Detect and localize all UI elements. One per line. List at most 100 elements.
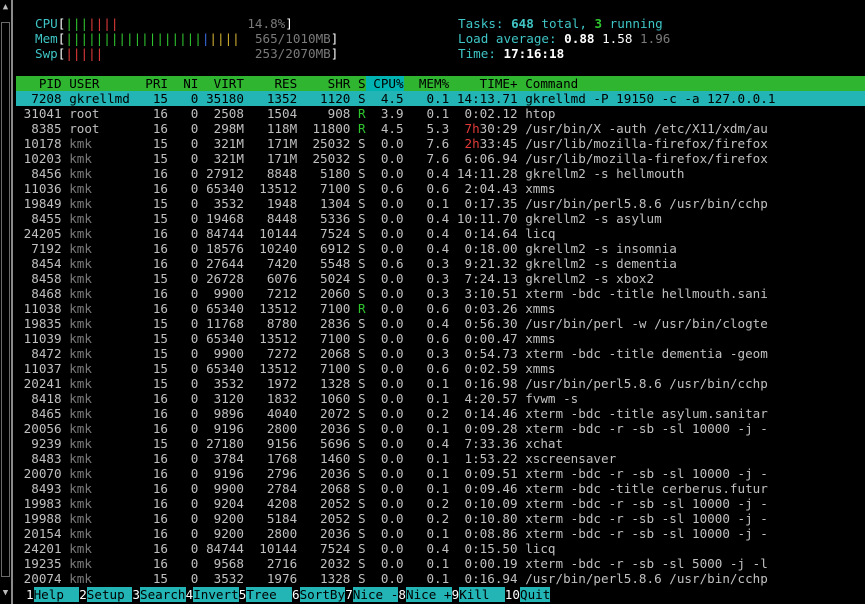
process-cmd: /usr/lib/mozilla-firefox/firefox xyxy=(525,151,768,166)
process-row[interactable]: 8465 kmk 16 0 9896 4040 2072 S 0.0 0.2 0:14.46 xter… xyxy=(16,406,865,421)
column-header-user[interactable]: USER xyxy=(69,76,137,91)
column-header-cpu[interactable]: CPU% xyxy=(365,76,404,91)
fkey-setup-button[interactable]: Setup xyxy=(86,587,133,602)
process-ni: 0 xyxy=(190,466,199,481)
fkey-tree-button[interactable]: Tree xyxy=(246,587,292,602)
process-res: 13512 xyxy=(259,181,298,196)
process-user: root xyxy=(69,121,100,136)
process-row[interactable]: 8472 kmk 15 0 9900 7272 2068 S 0.0 0.3 0:54.73 xter… xyxy=(16,346,865,361)
process-row[interactable]: 20070 kmk 16 0 9196 2796 2036 S 0.0 0.1 0:09.51 xte… xyxy=(16,466,865,481)
scrollbar-thumb[interactable] xyxy=(1,22,10,577)
process-virt: 9900 xyxy=(213,481,244,496)
process-row[interactable]: 8418 kmk 16 0 3120 1832 1060 S 0.0 0.1 4:20.57 fvwm… xyxy=(16,391,865,406)
process-row[interactable]: 19849 kmk 15 0 3532 1948 1304 S 0.0 0.1 0:17.35/us… xyxy=(16,196,865,211)
process-row[interactable]: 11037 kmk 15 0 65340 13512 7100 S 0.0 0.6 0:02.59 x… xyxy=(16,361,865,376)
process-row[interactable]: 8455 kmk 15 0 19468 8448 5336 S 0.0 0.4 10:11.70 gk… xyxy=(16,211,865,226)
process-row[interactable]: 8458 kmk 15 0 26728 6076 5024 S 0.0 0.3 7:24.13 gkr… xyxy=(16,271,865,286)
column-header-shr[interactable]: SHR xyxy=(305,76,351,91)
process-ni: 0 xyxy=(190,196,199,211)
process-pri: 15 xyxy=(152,436,168,451)
process-row[interactable]: 19835 kmk 15 0 11768 8780 2836 S 0.0 0.4 0:56.30/u… xyxy=(16,316,865,331)
process-row[interactable]: 31041 root 16 0 2508 1504 908 R 3.9 0.1 0:02.12 hto… xyxy=(16,106,865,121)
process-row[interactable]: 8385 root 16 0 298M 118M 11800 R 4.5 5.3 7h30:29/u… xyxy=(16,121,865,136)
process-cpu: 0.6 xyxy=(380,256,404,271)
process-mem: 0.1 xyxy=(426,91,450,106)
fkey-kill-button[interactable]: Kill xyxy=(459,587,505,602)
process-res: 4040 xyxy=(266,406,298,421)
column-header-command[interactable]: Command xyxy=(525,76,865,91)
process-shr: 5180 xyxy=(320,166,351,181)
process-row[interactable]: 24201 kmk 16 0 84744 10144 7524 S 0.0 0.4 0:15.50 l… xyxy=(16,541,865,556)
process-cpu: 0.0 xyxy=(380,451,404,466)
process-virt: 65340 xyxy=(206,361,244,376)
process-row[interactable]: 19988 kmk 16 0 9200 5184 2052 S 0.0 0.2 0:10.80 xte… xyxy=(16,511,865,526)
process-row[interactable]: 8483 kmk 16 0 3784 1768 1460 S 0.0 0.1 1:53.22 xscr… xyxy=(16,451,865,466)
process-row[interactable]: 10203 kmk 15 0 321M 171M 25032 S 0.0 7.6 6:06.94/u… xyxy=(16,151,865,166)
column-header-s[interactable]: S xyxy=(358,76,366,91)
fkey-invert-button[interactable]: Invert xyxy=(193,587,239,602)
process-row[interactable]: 7192 kmk 16 0 18576 10240 6912 S 0.0 0.4 0:18.00 gk… xyxy=(16,241,865,256)
process-cmd: xterm -bdc -r -sb -sl 10000 -j - xyxy=(525,466,768,481)
process-row[interactable]: 10178 kmk 15 0 321M 171M 25032 S 0.0 7.6 2h33:45/u… xyxy=(16,136,865,151)
process-row[interactable]: 20154 kmk 16 0 9200 2800 2036 S 0.0 0.1 0:08.86 xte… xyxy=(16,526,865,541)
process-row[interactable]: 24205 kmk 16 0 84744 10144 7524 S 0.0 0.4 0:14.64 l… xyxy=(16,226,865,241)
process-row[interactable]: 19235 kmk 16 0 9568 2716 2032 S 0.0 0.1 0:00.19 xte… xyxy=(16,556,865,571)
process-mem: 0.1 xyxy=(426,421,450,436)
process-row[interactable]: 11038 kmk 16 0 65340 13512 7100 R 0.0 0.6 0:03.26 x… xyxy=(16,301,865,316)
process-shr: 1328 xyxy=(320,571,351,586)
process-shr: 1060 xyxy=(320,391,351,406)
scrollbar[interactable]: ▲ ▼ xyxy=(0,0,13,604)
column-header-mem[interactable]: MEM% xyxy=(411,76,449,91)
scroll-up-icon[interactable]: ▲ xyxy=(0,2,11,12)
scroll-down-icon[interactable]: ▼ xyxy=(0,588,11,598)
process-row[interactable]: 11039 kmk 15 0 65340 13512 7100 S 0.0 0.6 0:00.47 x… xyxy=(16,331,865,346)
fkey-sortby-button[interactable]: SortBy xyxy=(299,587,346,602)
process-pri: 15 xyxy=(152,376,168,391)
process-row[interactable]: 11036 kmk 16 0 65340 13512 7100 S 0.6 0.6 2:04.43 x… xyxy=(16,181,865,196)
process-pri: 16 xyxy=(152,286,168,301)
fkey-nice--button[interactable]: Nice - xyxy=(352,587,399,602)
fkey-search-button[interactable]: Search xyxy=(140,587,186,602)
process-cmd: /usr/bin/X -auth /etc/X11/xdm/au xyxy=(525,121,768,136)
process-s: S xyxy=(358,181,366,196)
process-ni: 0 xyxy=(190,106,199,121)
process-s: S xyxy=(358,271,366,286)
mem-meter-value: 565/1010MB xyxy=(254,31,331,46)
process-cpu: 0.0 xyxy=(380,391,404,406)
process-row[interactable]: 8468 kmk 16 0 9900 7212 2060 S 0.0 0.3 3:10.51 xter… xyxy=(16,286,865,301)
process-virt: 18576 xyxy=(206,241,244,256)
process-row[interactable]: 20241 kmk 15 0 3532 1972 1328 S 0.0 0.1 0:16.98/us… xyxy=(16,376,865,391)
column-header: PID USER PRI NI VIRT RES SHR S CPU% MEM% TIME+ Comm… xyxy=(16,76,865,91)
process-row[interactable]: 7208 gkrellmd 15 0 35180 1352 1120 S 4.5 0.1 14:13… xyxy=(16,91,865,106)
column-header-res[interactable]: RES xyxy=(252,76,297,91)
process-list[interactable]: 7208 gkrellmd 15 0 35180 1352 1120 S 4.5 0.1 14:13… xyxy=(16,91,865,586)
process-row[interactable]: 9239 kmk 15 0 27180 9156 5696 S 0.0 0.4 7:33.36 xch… xyxy=(16,436,865,451)
process-cmd: /usr/bin/perl -w /usr/bin/clogte xyxy=(525,316,768,331)
process-row[interactable]: 8493 kmk 16 0 9900 2784 2068 S 0.0 0.1 0:09.46 xter… xyxy=(16,481,865,496)
process-row[interactable]: 20056 kmk 16 0 9196 2800 2036 S 0.0 0.1 0:09.28 xte… xyxy=(16,421,865,436)
process-user: kmk xyxy=(69,151,92,166)
column-header-pid[interactable]: PID xyxy=(16,76,62,91)
process-ni: 0 xyxy=(190,541,199,556)
process-pri: 15 xyxy=(152,316,168,331)
process-pri: 16 xyxy=(152,511,168,526)
column-header-pri[interactable]: PRI xyxy=(145,76,168,91)
process-s: S xyxy=(358,421,366,436)
process-pid: 11038 xyxy=(23,301,62,316)
process-user: root xyxy=(69,106,100,121)
process-user: kmk xyxy=(69,541,92,556)
column-header-ni[interactable]: NI xyxy=(176,76,198,91)
process-mem: 0.4 xyxy=(426,541,450,556)
process-row[interactable]: 8454 kmk 16 0 27644 7420 5548 S 0.6 0.3 9:21.32 gkr… xyxy=(16,256,865,271)
fkey-help-button[interactable]: Help xyxy=(33,587,80,602)
column-header-time[interactable]: TIME+ xyxy=(449,76,518,91)
process-shr: 2060 xyxy=(320,286,351,301)
fkey-nice--button[interactable]: Nice + xyxy=(406,587,452,602)
column-header-virt[interactable]: VIRT xyxy=(198,76,244,91)
process-row[interactable]: 20074 kmk 15 0 3532 1976 1328 S 0.0 0.1 0:16.94/us… xyxy=(16,571,865,586)
process-cpu: 0.0 xyxy=(380,361,404,376)
process-row[interactable]: 19983 kmk 16 0 9204 4208 2052 S 0.0 0.2 0:10.09 xte… xyxy=(16,496,865,511)
process-row[interactable]: 8456 kmk 16 0 27912 8848 5180 S 0.0 0.4 14:11.28 gk… xyxy=(16,166,865,181)
fkey-quit-button[interactable]: Quit xyxy=(520,587,551,602)
fkey-5-number: 5 xyxy=(238,587,247,602)
